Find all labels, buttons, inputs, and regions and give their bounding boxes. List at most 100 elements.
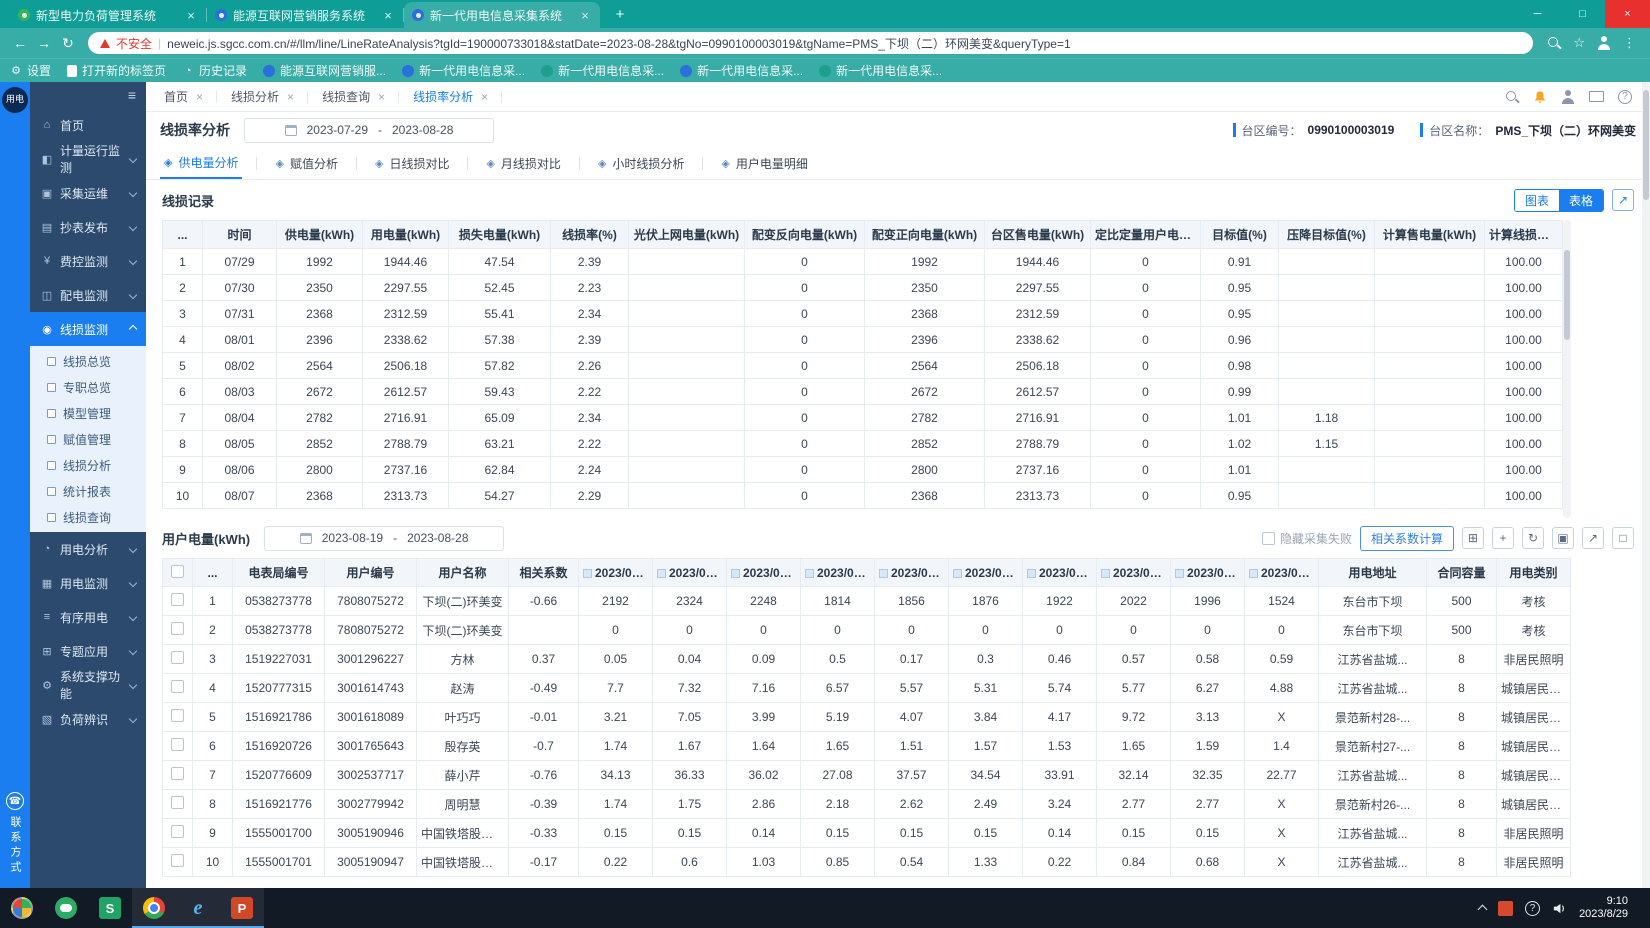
taskbar-s-app-icon[interactable]: S [88, 888, 132, 928]
table-row[interactable]: 808/0528522788.7963.212.22028522788.7901… [163, 431, 1563, 457]
sidebar-subitem[interactable]: 线损分析 [30, 452, 146, 478]
table-row[interactable]: 515169217863001618089叶巧巧-0.013.217.053.9… [163, 703, 1571, 732]
profile-icon[interactable] [1597, 36, 1611, 50]
table-row[interactable]: 708/0427822716.9165.092.34027822716.9101… [163, 405, 1563, 431]
table-scrollbar[interactable] [1563, 220, 1571, 518]
subtab[interactable]: ◈供电量分析 [160, 148, 242, 179]
tray-expand-icon[interactable] [1478, 905, 1488, 915]
table-row[interactable]: 105382737787808075272下坝(二)环美变-0.66219223… [163, 587, 1571, 616]
security-warning-label[interactable]: 不安全 [116, 35, 152, 52]
subtab[interactable]: ◈用户电量明细 [717, 148, 811, 179]
sidebar-subitem[interactable]: 专职总览 [30, 374, 146, 400]
sidebar-item[interactable]: ≡有序用电 [30, 600, 146, 634]
bookmark-item[interactable]: 新一代用电信息采... [541, 62, 664, 79]
column-select-icon[interactable] [731, 569, 740, 578]
row-checkbox[interactable] [171, 767, 184, 780]
forward-icon[interactable]: → [32, 35, 56, 51]
workspace-tab[interactable]: 线损查询× [308, 82, 399, 111]
meter-no-link[interactable]: 1516921776 [233, 790, 325, 819]
sidebar-subitem[interactable]: 线损总览 [30, 348, 146, 374]
user-no-link[interactable]: 7808075272 [325, 587, 417, 616]
bookmark-item[interactable]: 打开新的标签页 [67, 62, 166, 79]
tray-app-icon[interactable] [1498, 901, 1513, 916]
row-checkbox[interactable] [171, 680, 184, 693]
meter-no-link[interactable]: 1520777315 [233, 674, 325, 703]
user-no-link[interactable]: 3002537717 [325, 761, 417, 790]
hide-failed-checkbox[interactable] [1262, 532, 1275, 545]
bell-icon[interactable] [1533, 90, 1547, 104]
column-select-icon[interactable] [1249, 569, 1258, 578]
row-checkbox[interactable] [171, 738, 184, 751]
sidebar-item[interactable]: ◧计量运行监测 [30, 142, 146, 176]
address-bar[interactable]: 不安全 | neweic.js.sgcc.com.cn/#/llm/line/L… [88, 32, 1533, 54]
table-row[interactable]: 1008/0723682313.7354.272.29023682313.730… [163, 483, 1563, 509]
table-row[interactable]: 415207773153001614743赵涛-0.497.77.327.166… [163, 674, 1571, 703]
column-select-icon[interactable] [1101, 569, 1110, 578]
browser-tab[interactable]: 新一代用电信息采集系统× [404, 2, 600, 28]
meter-no-link[interactable]: 0538273778 [233, 587, 325, 616]
meter-no-link[interactable]: 1519227031 [233, 645, 325, 674]
back-icon[interactable]: ← [8, 35, 32, 51]
bookmark-item[interactable]: 新一代用电信息采... [402, 62, 525, 79]
sidebar-item[interactable]: ◔用电分析 [30, 532, 146, 566]
tab-close-icon[interactable]: × [578, 8, 592, 23]
bookmark-item[interactable]: 新一代用电信息采... [680, 62, 803, 79]
user-no-link[interactable]: 3005190946 [325, 819, 417, 848]
browser-tab[interactable]: 能源互联网营销服务系统× [207, 2, 403, 28]
tab-close-icon[interactable]: × [184, 8, 198, 23]
meter-no-link[interactable]: 1555001701 [233, 848, 325, 877]
subtab[interactable]: ◈日线损对比 [371, 148, 453, 179]
tab-close-icon[interactable]: × [378, 90, 385, 104]
table-row[interactable]: 815169217763002779942周明慧-0.391.741.752.8… [163, 790, 1571, 819]
save-icon[interactable]: ▣ [1552, 527, 1574, 549]
table-row[interactable]: 715207766093002537717薛小芹-0.7634.1336.333… [163, 761, 1571, 790]
bookmark-star-icon[interactable]: ☆ [1573, 35, 1585, 51]
sidebar-item[interactable]: ▧负荷辨识 [30, 702, 146, 736]
sidebar-item[interactable]: ◉线损监测 [30, 312, 146, 346]
row-checkbox[interactable] [171, 854, 184, 867]
export-icon[interactable]: ↗ [1582, 527, 1604, 549]
new-tab-button[interactable]: + [607, 3, 633, 25]
taskbar-powerpoint-icon[interactable]: P [220, 888, 264, 928]
workspace-tab[interactable]: 线损率分析× [399, 82, 502, 111]
meter-no-link[interactable]: 1555001700 [233, 819, 325, 848]
column-select-icon[interactable] [1027, 569, 1036, 578]
column-select-icon[interactable] [1175, 569, 1184, 578]
sidebar-subitem[interactable]: 赋值管理 [30, 426, 146, 452]
sidebar-subitem[interactable]: 线损查询 [30, 504, 146, 530]
user-no-link[interactable]: 3005190947 [325, 848, 417, 877]
meter-no-link[interactable]: 1516920726 [233, 732, 325, 761]
table-row[interactable]: 307/3123682312.5955.412.34023682312.5900… [163, 301, 1563, 327]
column-select-icon[interactable] [879, 569, 888, 578]
table-row[interactable]: 1015550017013005190947中国铁塔股份有限-0.170.220… [163, 848, 1571, 877]
start-button[interactable] [0, 888, 44, 928]
subtab[interactable]: ◈小时线损分析 [594, 148, 688, 179]
volume-icon[interactable] [1552, 901, 1567, 916]
sidebar-item[interactable]: ◫配电监测 [30, 278, 146, 312]
row-checkbox[interactable] [171, 709, 184, 722]
url-text[interactable]: neweic.js.sgcc.com.cn/#/llm/line/LineRat… [167, 35, 1521, 52]
column-select-icon[interactable] [583, 569, 592, 578]
table-view-button[interactable]: 表格 [1559, 190, 1603, 211]
taskbar-wechat-icon[interactable] [44, 888, 88, 928]
tab-close-icon[interactable]: × [196, 90, 203, 104]
export-icon[interactable]: ↗ [1612, 189, 1634, 211]
sidebar-subitem[interactable]: 统计报表 [30, 478, 146, 504]
fullscreen-icon[interactable] [1589, 91, 1604, 102]
taskbar-clock[interactable]: 9:10 2023/8/29 [1579, 895, 1628, 921]
taskbar-ie-icon[interactable]: e [176, 888, 220, 928]
user-date-range-picker[interactable]: 2023-08-19 - 2023-08-28 [264, 526, 504, 551]
subtab[interactable]: ◈赋值分析 [271, 148, 341, 179]
table-row[interactable]: 508/0225642506.1857.822.26025642506.1800… [163, 353, 1563, 379]
table-row[interactable]: 207/3023502297.5552.452.23023502297.5500… [163, 275, 1563, 301]
bookmark-item[interactable]: ◔历史记录 [182, 62, 247, 79]
sidebar-item[interactable]: ¥费控监测 [30, 244, 146, 278]
user-no-link[interactable]: 3001765643 [325, 732, 417, 761]
minimize-button[interactable]: ─ [1515, 0, 1560, 28]
subtab[interactable]: ◈月线损对比 [482, 148, 564, 179]
meter-no-link[interactable]: 1520776609 [233, 761, 325, 790]
help-icon[interactable]: ? [1618, 90, 1632, 104]
user-no-link[interactable]: 3002779942 [325, 790, 417, 819]
user-no-link[interactable]: 3001618089 [325, 703, 417, 732]
table-row[interactable]: 615169207263001765643殷存英-0.71.741.671.64… [163, 732, 1571, 761]
